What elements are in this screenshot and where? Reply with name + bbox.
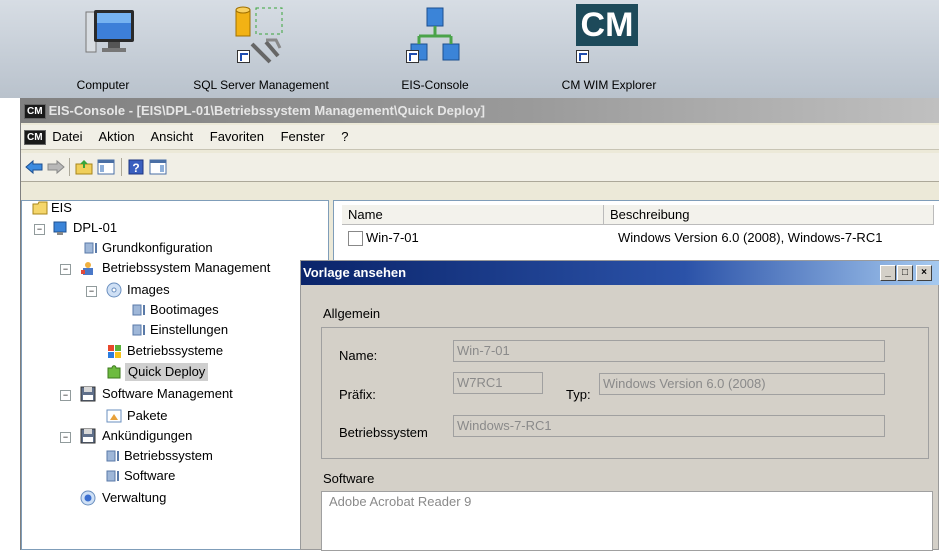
vorlage-ansehen-dialog: Vorlage ansehen _ □ × Allgemein Name: Wi… bbox=[300, 260, 939, 551]
praefix-field[interactable]: W7RC1 bbox=[453, 372, 543, 394]
tree-label: Pakete bbox=[127, 408, 168, 423]
group-label-allgemein: Allgemein bbox=[323, 306, 381, 321]
menu-bar: CM Datei Aktion Ansicht Favoriten Fenste… bbox=[21, 125, 939, 150]
dialog-title: Vorlage ansehen bbox=[303, 265, 407, 280]
os-management-icon bbox=[81, 262, 93, 275]
desktop-icon-label: CM WIM Explorer bbox=[561, 78, 657, 92]
collapse-toggle[interactable]: − bbox=[60, 264, 71, 275]
praefix-label: Präfix: bbox=[339, 387, 376, 402]
windows-logo-icon bbox=[108, 345, 121, 358]
tree-label: Verwaltung bbox=[102, 490, 167, 505]
menu-ansicht[interactable]: Ansicht bbox=[151, 129, 194, 144]
column-header-name[interactable]: Name bbox=[342, 205, 604, 225]
tree-label: Betriebssystem bbox=[124, 448, 213, 463]
shortcut-arrow-icon bbox=[406, 50, 419, 63]
tree-label: Einstellungen bbox=[150, 322, 229, 337]
window-titlebar[interactable]: CM EIS-Console - [EIS\DPL-01\Betriebssyst… bbox=[21, 98, 939, 123]
settings-node-icon bbox=[84, 242, 97, 254]
cm-icon-text: CM bbox=[580, 6, 634, 44]
tree-label: Betriebssystem Management bbox=[102, 260, 271, 275]
tree-label: Bootimages bbox=[150, 302, 219, 317]
shortcut-arrow-icon bbox=[237, 50, 250, 63]
window-title: EIS-Console - [EIS\DPL-01\Betriebssystem… bbox=[48, 103, 485, 118]
tree-label: Betriebssysteme bbox=[127, 343, 224, 358]
collapse-toggle[interactable]: − bbox=[86, 286, 97, 297]
list-cell-beschreibung: Windows Version 6.0 (2008), Windows-7-RC… bbox=[618, 230, 883, 245]
collapse-toggle[interactable]: − bbox=[60, 432, 71, 443]
action-pane-icon[interactable] bbox=[149, 159, 167, 175]
toolbar-separator bbox=[121, 158, 122, 176]
help-icon[interactable]: ? bbox=[127, 159, 145, 175]
tree-label: Ankündigungen bbox=[102, 428, 193, 443]
dialog-titlebar[interactable]: Vorlage ansehen _ □ × bbox=[301, 261, 939, 285]
software-list-item[interactable]: Adobe Acrobat Reader 9 bbox=[329, 494, 471, 509]
software-label: Software bbox=[323, 471, 375, 486]
back-arrow-icon[interactable] bbox=[25, 159, 43, 175]
tree-label: Software bbox=[124, 468, 176, 483]
settings-node-icon bbox=[106, 470, 119, 482]
tree-pane: EIS − DPL-01 Grundkonfiguration − Betrie… bbox=[21, 200, 329, 550]
cm-app-icon: CM bbox=[24, 104, 46, 120]
desktop-icon-label: SQL Server Management bbox=[193, 78, 329, 92]
cm-icon: CM bbox=[576, 4, 638, 46]
tree-label: Grundkonfiguration bbox=[102, 240, 213, 255]
name-field[interactable]: Win-7-01 bbox=[453, 340, 885, 362]
menu-aktion[interactable]: Aktion bbox=[98, 129, 134, 144]
menu-favoriten[interactable]: Favoriten bbox=[210, 129, 264, 144]
forward-arrow-icon[interactable] bbox=[47, 159, 65, 175]
svg-text:?: ? bbox=[132, 161, 139, 175]
show-hide-tree-icon[interactable] bbox=[97, 159, 115, 175]
close-button[interactable]: × bbox=[916, 265, 932, 281]
folder-icon bbox=[32, 201, 48, 215]
menu-help[interactable]: ? bbox=[341, 129, 348, 144]
template-icon bbox=[348, 231, 363, 246]
betriebssystem-field[interactable]: Windows-7-RC1 bbox=[453, 415, 885, 437]
tree-label: Software Management bbox=[102, 386, 233, 401]
up-folder-icon[interactable] bbox=[75, 159, 93, 175]
typ-label: Typ: bbox=[566, 387, 591, 402]
settings-node-icon bbox=[106, 450, 119, 462]
collapse-toggle[interactable]: − bbox=[60, 390, 71, 401]
tree-label: Images bbox=[127, 282, 170, 297]
floppy-icon bbox=[80, 428, 96, 444]
settings-node-icon bbox=[132, 324, 145, 336]
tree-label: EIS bbox=[51, 200, 72, 215]
desktop-icon-label: Computer bbox=[76, 78, 130, 92]
puzzle-icon bbox=[107, 365, 121, 379]
collapse-toggle[interactable]: − bbox=[34, 224, 45, 235]
list-cell-name: Win-7-01 bbox=[366, 230, 419, 245]
settings-node-icon bbox=[132, 304, 145, 316]
globe-icon bbox=[80, 490, 96, 506]
cm-system-menu-icon[interactable]: CM bbox=[24, 130, 46, 146]
floppy-icon bbox=[80, 386, 96, 402]
list-row[interactable]: Win-7-01 Windows Version 6.0 (2008), Win… bbox=[342, 228, 934, 248]
column-header-beschreibung[interactable]: Beschreibung bbox=[604, 205, 934, 225]
server-icon bbox=[53, 221, 67, 235]
desktop-icon-label: EIS-Console bbox=[401, 78, 469, 92]
betriebssystem-label: Betriebssystem bbox=[339, 425, 428, 440]
typ-field[interactable]: Windows Version 6.0 (2008) bbox=[599, 373, 885, 395]
software-list[interactable]: Adobe Acrobat Reader 9 bbox=[321, 491, 933, 551]
maximize-button[interactable]: □ bbox=[897, 265, 913, 281]
toolbar-separator bbox=[69, 158, 70, 176]
minimize-button[interactable]: _ bbox=[880, 265, 896, 281]
computer-icon bbox=[85, 10, 134, 53]
menu-fenster[interactable]: Fenster bbox=[281, 129, 325, 144]
toolbar: ? bbox=[21, 153, 939, 182]
package-icon bbox=[106, 409, 122, 423]
tree-label-selected: Quick Deploy bbox=[125, 363, 209, 381]
desktop: Computer SQL Server Management EIS-Conso… bbox=[0, 0, 939, 98]
name-label: Name: bbox=[339, 348, 378, 363]
tree-label: DPL-01 bbox=[73, 220, 118, 235]
disc-icon bbox=[106, 282, 122, 298]
shortcut-arrow-icon bbox=[576, 50, 589, 63]
menu-datei[interactable]: Datei bbox=[52, 129, 82, 144]
